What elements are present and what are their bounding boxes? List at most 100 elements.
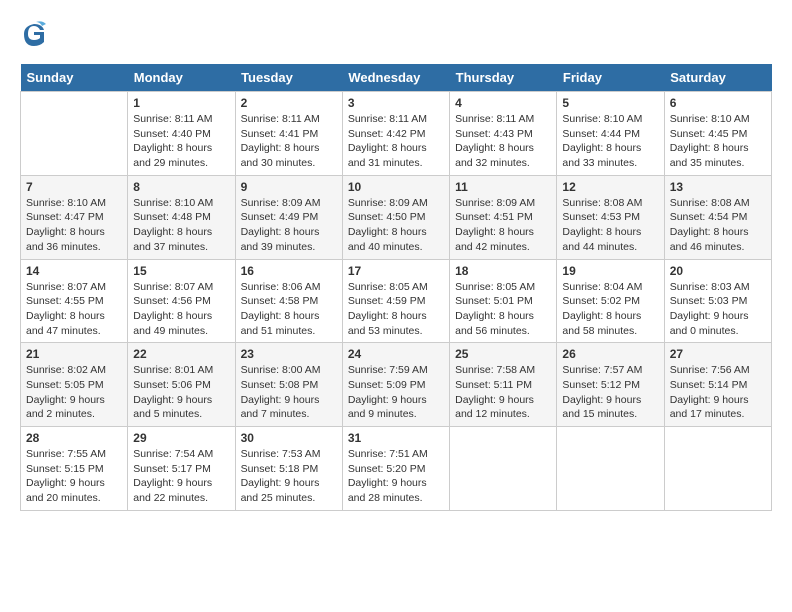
calendar-cell — [664, 427, 771, 511]
calendar-cell — [21, 92, 128, 176]
day-info: Sunrise: 7:53 AMSunset: 5:18 PMDaylight:… — [241, 447, 337, 506]
day-info: Sunrise: 7:56 AMSunset: 5:14 PMDaylight:… — [670, 363, 766, 422]
calendar-week-1: 7 Sunrise: 8:10 AMSunset: 4:47 PMDaylight… — [21, 175, 772, 259]
calendar-cell: 23 Sunrise: 8:00 AMSunset: 5:08 PMDayligh… — [235, 343, 342, 427]
calendar-cell: 21 Sunrise: 8:02 AMSunset: 5:05 PMDayligh… — [21, 343, 128, 427]
day-number: 31 — [348, 431, 444, 445]
header-saturday: Saturday — [664, 64, 771, 92]
day-number: 14 — [26, 264, 122, 278]
header-friday: Friday — [557, 64, 664, 92]
day-info: Sunrise: 7:54 AMSunset: 5:17 PMDaylight:… — [133, 447, 229, 506]
day-info: Sunrise: 8:10 AMSunset: 4:47 PMDaylight:… — [26, 196, 122, 255]
day-info: Sunrise: 8:04 AMSunset: 5:02 PMDaylight:… — [562, 280, 658, 339]
day-number: 17 — [348, 264, 444, 278]
calendar-cell: 8 Sunrise: 8:10 AMSunset: 4:48 PMDaylight… — [128, 175, 235, 259]
calendar-cell: 24 Sunrise: 7:59 AMSunset: 5:09 PMDayligh… — [342, 343, 449, 427]
calendar-week-4: 28 Sunrise: 7:55 AMSunset: 5:15 PMDayligh… — [21, 427, 772, 511]
day-number: 5 — [562, 96, 658, 110]
calendar-cell: 16 Sunrise: 8:06 AMSunset: 4:58 PMDayligh… — [235, 259, 342, 343]
day-number: 18 — [455, 264, 551, 278]
calendar-cell: 3 Sunrise: 8:11 AMSunset: 4:42 PMDaylight… — [342, 92, 449, 176]
day-number: 3 — [348, 96, 444, 110]
calendar-cell: 2Sunrise: 8:11 AMSunset: 4:41 PMDaylight… — [235, 92, 342, 176]
day-number: 12 — [562, 180, 658, 194]
day-number: 6 — [670, 96, 766, 110]
calendar-cell: 26Sunrise: 7:57 AMSunset: 5:12 PMDayligh… — [557, 343, 664, 427]
day-number: 11 — [455, 180, 551, 194]
day-number: 10 — [348, 180, 444, 194]
calendar-cell: 13Sunrise: 8:08 AMSunset: 4:54 PMDayligh… — [664, 175, 771, 259]
day-number: 9 — [241, 180, 337, 194]
day-number: 29 — [133, 431, 229, 445]
calendar-cell: 20 Sunrise: 8:03 AMSunset: 5:03 PMDayligh… — [664, 259, 771, 343]
day-number: 22 — [133, 347, 229, 361]
day-number: 15 — [133, 264, 229, 278]
day-number: 16 — [241, 264, 337, 278]
calendar-cell: 15 Sunrise: 8:07 AMSunset: 4:56 PMDayligh… — [128, 259, 235, 343]
calendar-cell: 4 Sunrise: 8:11 AMSunset: 4:43 PMDaylight… — [450, 92, 557, 176]
day-info: Sunrise: 8:11 AMSunset: 4:43 PMDaylight:… — [455, 112, 551, 171]
calendar-cell: 6Sunrise: 8:10 AMSunset: 4:45 PMDaylight… — [664, 92, 771, 176]
day-info: Sunrise: 8:10 AMSunset: 4:48 PMDaylight:… — [133, 196, 229, 255]
day-number: 20 — [670, 264, 766, 278]
day-info: Sunrise: 8:02 AMSunset: 5:05 PMDaylight:… — [26, 363, 122, 422]
header-sunday: Sunday — [21, 64, 128, 92]
calendar-week-0: 1 Sunrise: 8:11 AMSunset: 4:40 PMDaylight… — [21, 92, 772, 176]
calendar-cell: 5 Sunrise: 8:10 AMSunset: 4:44 PMDaylight… — [557, 92, 664, 176]
day-info: Sunrise: 8:11 AMSunset: 4:42 PMDaylight:… — [348, 112, 444, 171]
day-info: Sunrise: 8:01 AMSunset: 5:06 PMDaylight:… — [133, 363, 229, 422]
day-number: 4 — [455, 96, 551, 110]
day-number: 26 — [562, 347, 658, 361]
day-number: 1 — [133, 96, 229, 110]
calendar-cell: 9 Sunrise: 8:09 AMSunset: 4:49 PMDaylight… — [235, 175, 342, 259]
day-number: 25 — [455, 347, 551, 361]
calendar-cell: 31 Sunrise: 7:51 AMSunset: 5:20 PMDayligh… — [342, 427, 449, 511]
day-number: 2 — [241, 96, 337, 110]
calendar-cell: 28 Sunrise: 7:55 AMSunset: 5:15 PMDayligh… — [21, 427, 128, 511]
calendar-cell: 10 Sunrise: 8:09 AMSunset: 4:50 PMDayligh… — [342, 175, 449, 259]
day-info: Sunrise: 7:51 AMSunset: 5:20 PMDaylight:… — [348, 447, 444, 506]
header-tuesday: Tuesday — [235, 64, 342, 92]
header-monday: Monday — [128, 64, 235, 92]
day-info: Sunrise: 8:07 AMSunset: 4:56 PMDaylight:… — [133, 280, 229, 339]
calendar-cell: 11 Sunrise: 8:09 AMSunset: 4:51 PMDayligh… — [450, 175, 557, 259]
day-number: 13 — [670, 180, 766, 194]
day-info: Sunrise: 8:05 AMSunset: 5:01 PMDaylight:… — [455, 280, 551, 339]
calendar-cell: 7 Sunrise: 8:10 AMSunset: 4:47 PMDaylight… — [21, 175, 128, 259]
day-info: Sunrise: 8:00 AMSunset: 5:08 PMDaylight:… — [241, 363, 337, 422]
day-info: Sunrise: 8:07 AMSunset: 4:55 PMDaylight:… — [26, 280, 122, 339]
day-number: 7 — [26, 180, 122, 194]
calendar-cell: 29 Sunrise: 7:54 AMSunset: 5:17 PMDayligh… — [128, 427, 235, 511]
calendar-cell: 30 Sunrise: 7:53 AMSunset: 5:18 PMDayligh… — [235, 427, 342, 511]
day-info: Sunrise: 8:11 AMSunset: 4:40 PMDaylight:… — [133, 112, 229, 171]
day-info: Sunrise: 8:09 AMSunset: 4:51 PMDaylight:… — [455, 196, 551, 255]
calendar-cell: 27Sunrise: 7:56 AMSunset: 5:14 PMDayligh… — [664, 343, 771, 427]
calendar-cell — [450, 427, 557, 511]
day-info: Sunrise: 7:58 AMSunset: 5:11 PMDaylight:… — [455, 363, 551, 422]
day-number: 24 — [348, 347, 444, 361]
day-number: 21 — [26, 347, 122, 361]
logo — [20, 20, 50, 48]
day-number: 23 — [241, 347, 337, 361]
day-info: Sunrise: 8:10 AMSunset: 4:44 PMDaylight:… — [562, 112, 658, 171]
calendar-cell: 12 Sunrise: 8:08 AMSunset: 4:53 PMDayligh… — [557, 175, 664, 259]
day-info: Sunrise: 7:59 AMSunset: 5:09 PMDaylight:… — [348, 363, 444, 422]
calendar-table: SundayMondayTuesdayWednesdayThursdayFrid… — [20, 64, 772, 511]
day-number: 28 — [26, 431, 122, 445]
day-info: Sunrise: 8:03 AMSunset: 5:03 PMDaylight:… — [670, 280, 766, 339]
page-header — [20, 20, 772, 48]
calendar-cell: 17Sunrise: 8:05 AMSunset: 4:59 PMDayligh… — [342, 259, 449, 343]
day-info: Sunrise: 8:08 AMSunset: 4:53 PMDaylight:… — [562, 196, 658, 255]
logo-icon — [20, 20, 48, 48]
day-number: 30 — [241, 431, 337, 445]
day-info: Sunrise: 8:09 AMSunset: 4:49 PMDaylight:… — [241, 196, 337, 255]
calendar-cell: 1 Sunrise: 8:11 AMSunset: 4:40 PMDaylight… — [128, 92, 235, 176]
day-info: Sunrise: 8:06 AMSunset: 4:58 PMDaylight:… — [241, 280, 337, 339]
calendar-cell: 18 Sunrise: 8:05 AMSunset: 5:01 PMDayligh… — [450, 259, 557, 343]
header-wednesday: Wednesday — [342, 64, 449, 92]
day-info: Sunrise: 8:09 AMSunset: 4:50 PMDaylight:… — [348, 196, 444, 255]
day-info: Sunrise: 7:55 AMSunset: 5:15 PMDaylight:… — [26, 447, 122, 506]
day-number: 8 — [133, 180, 229, 194]
calendar-cell: 22 Sunrise: 8:01 AMSunset: 5:06 PMDayligh… — [128, 343, 235, 427]
calendar-week-2: 14 Sunrise: 8:07 AMSunset: 4:55 PMDayligh… — [21, 259, 772, 343]
